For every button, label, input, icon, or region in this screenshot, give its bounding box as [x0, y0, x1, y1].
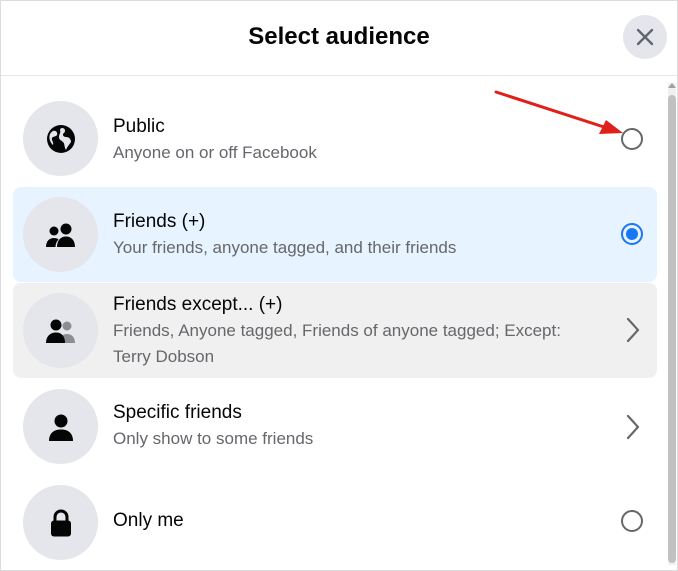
person-icon	[48, 414, 73, 441]
chevron-right-icon[interactable]	[623, 315, 643, 345]
lock-icon	[50, 508, 71, 536]
option-title: Public	[113, 116, 165, 137]
globe-icon	[46, 124, 75, 153]
select-audience-dialog: Select audience Public Anyone on or off …	[0, 0, 678, 571]
audience-option-friends-except[interactable]: Friends except... (+) Friends, Anyone ta…	[13, 283, 657, 378]
option-text: Only me	[113, 508, 587, 534]
radio-friends[interactable]	[621, 223, 643, 245]
option-title: Specific friends	[113, 402, 242, 423]
audience-option-only-me[interactable]: Only me	[13, 475, 657, 570]
option-title: Only me	[113, 510, 184, 531]
audience-option-public[interactable]: Public Anyone on or off Facebook	[13, 91, 657, 186]
close-button[interactable]	[623, 15, 667, 59]
audience-icon-circle	[23, 293, 98, 368]
option-subtitle: Terry Dobson	[113, 347, 215, 366]
chevron-right-icon[interactable]	[623, 412, 643, 442]
radio-only-me[interactable]	[621, 510, 643, 532]
option-text: Friends except... (+) Friends, Anyone ta…	[113, 292, 587, 370]
option-title: Friends (+)	[113, 211, 206, 232]
option-subtitle: Friends, Anyone tagged, Friends of anyon…	[113, 321, 561, 340]
audience-option-friends[interactable]: Friends (+) Your friends, anyone tagged,…	[13, 187, 657, 282]
option-text: Specific friends Only show to some frien…	[113, 400, 587, 452]
radio-public[interactable]	[621, 128, 643, 150]
option-subtitle: Anyone on or off Facebook	[113, 143, 317, 162]
dialog-header: Select audience	[1, 1, 677, 76]
dialog-title: Select audience	[248, 23, 430, 50]
option-text: Public Anyone on or off Facebook	[113, 114, 587, 166]
audience-icon-circle	[23, 197, 98, 272]
option-title: Friends except... (+)	[113, 294, 283, 315]
scrollbar[interactable]	[668, 83, 676, 565]
audience-icon-circle	[23, 485, 98, 560]
friends-icon	[45, 223, 75, 247]
scroll-up-icon[interactable]	[668, 83, 676, 88]
friends-except-icon	[45, 319, 75, 343]
audience-icon-circle	[23, 101, 98, 176]
option-subtitle: Only show to some friends	[113, 429, 314, 448]
audience-option-specific-friends[interactable]: Specific friends Only show to some frien…	[13, 379, 657, 474]
option-text: Friends (+) Your friends, anyone tagged,…	[113, 209, 587, 261]
audience-icon-circle	[23, 389, 98, 464]
close-icon	[636, 28, 654, 46]
scrollbar-thumb[interactable]	[668, 95, 676, 563]
option-subtitle: Your friends, anyone tagged, and their f…	[113, 238, 457, 257]
